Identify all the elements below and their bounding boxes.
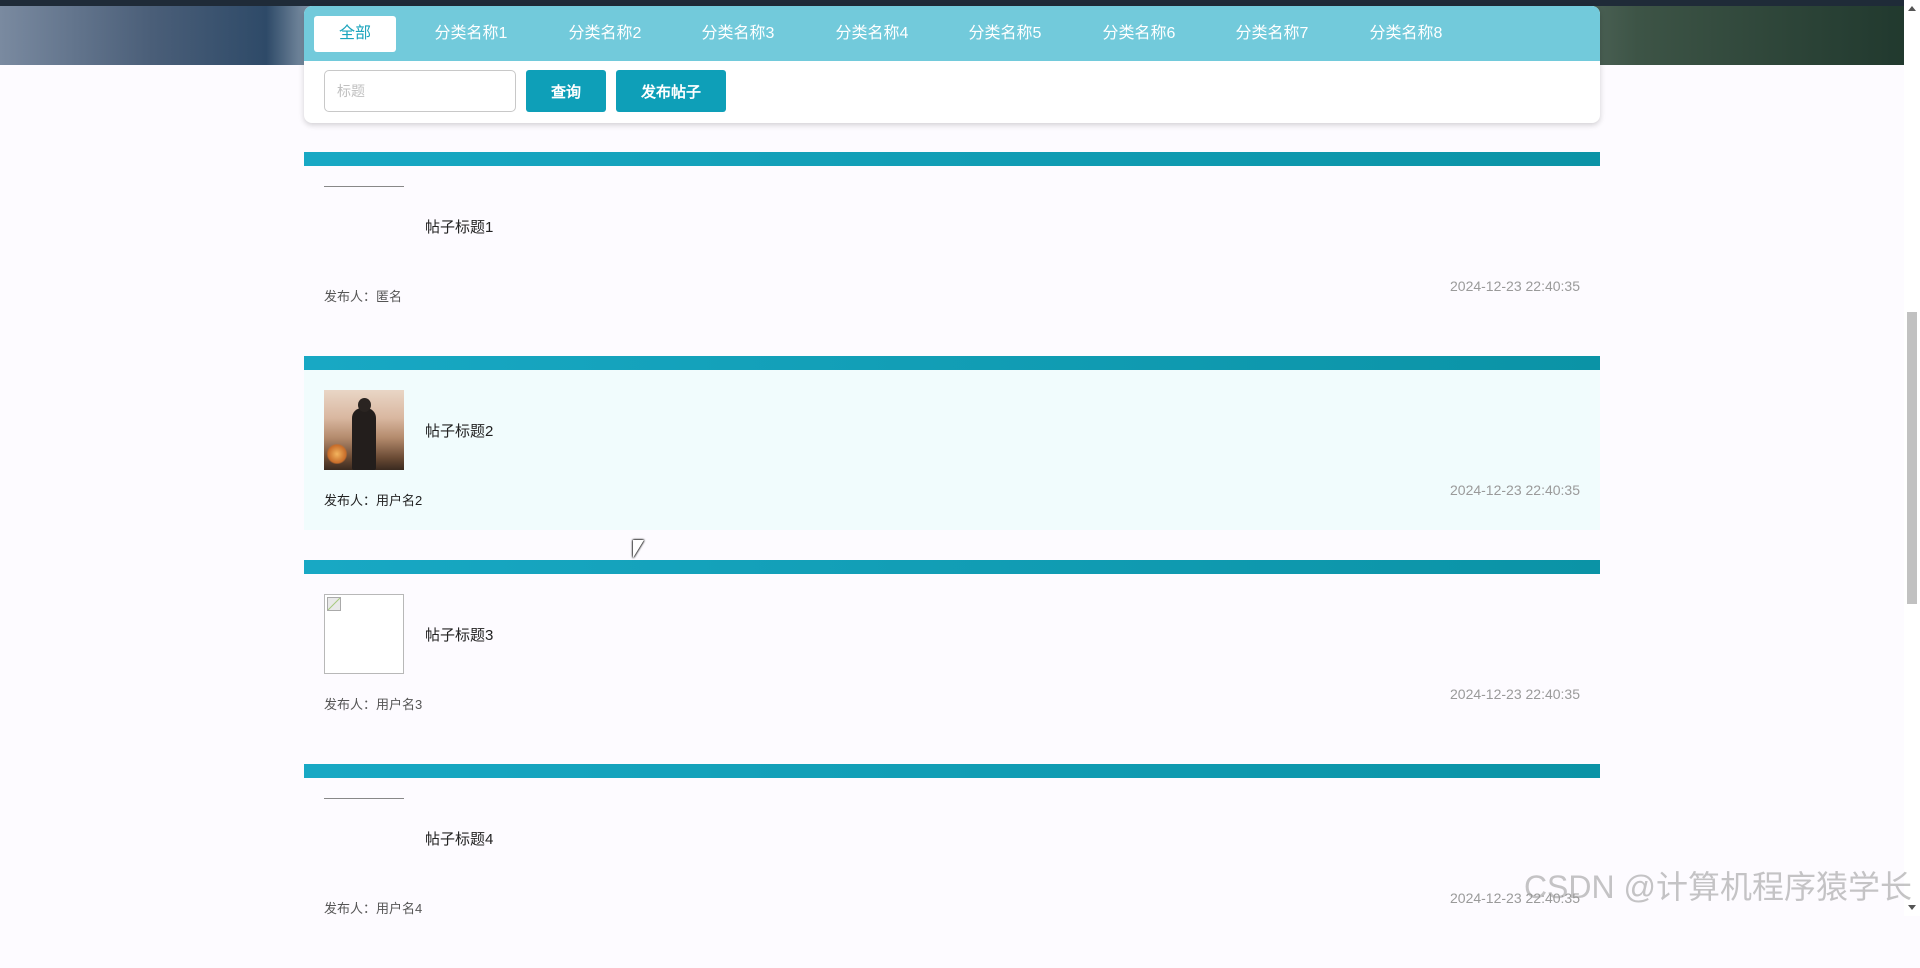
post-list: 帖子标题1 发布人：匿名 2024-12-23 22:40:35 帖子标题2 发… <box>304 152 1600 968</box>
post-header-bar <box>304 560 1600 574</box>
post-item[interactable]: 帖子标题3 发布人：用户名3 2024-12-23 22:40:35 <box>304 560 1600 764</box>
mouse-cursor-icon <box>633 540 644 558</box>
post-title[interactable]: 帖子标题2 <box>425 420 493 441</box>
watermark: CSDN @计算机程序猿学长 <box>1524 862 1912 908</box>
post-timestamp: 2024-12-23 22:40:35 <box>1450 686 1580 702</box>
post-timestamp: 2024-12-23 22:40:35 <box>1450 278 1580 294</box>
post-item[interactable]: 帖子标题2 发布人：用户名2 2024-12-23 22:40:35 <box>304 356 1600 560</box>
tab-category-6[interactable]: 分类名称6 <box>1084 16 1194 52</box>
filter-card: 全部 分类名称1 分类名称2 分类名称3 分类名称4 分类名称5 分类名称6 分… <box>304 6 1600 123</box>
post-thumbnail[interactable] <box>324 594 404 674</box>
tab-category-3[interactable]: 分类名称3 <box>683 16 793 52</box>
post-timestamp: 2024-12-23 22:40:35 <box>1450 482 1580 498</box>
tab-category-7[interactable]: 分类名称7 <box>1217 16 1327 52</box>
post-title[interactable]: 帖子标题4 <box>425 828 493 849</box>
post-header-bar <box>304 356 1600 370</box>
post-thumbnail[interactable] <box>324 186 404 187</box>
thumbnail-figure-head <box>358 398 371 412</box>
thumbnail-flare <box>326 444 348 464</box>
post-header-bar <box>304 152 1600 166</box>
page-scrollbar[interactable] <box>1904 0 1920 916</box>
post-title[interactable]: 帖子标题1 <box>425 216 493 237</box>
broken-image-icon <box>327 597 341 611</box>
post-hover-background <box>304 370 1600 530</box>
title-search-input[interactable] <box>324 70 516 112</box>
post-title[interactable]: 帖子标题3 <box>425 624 493 645</box>
post-item[interactable]: 帖子标题4 发布人：用户名4 2024-12-23 22:40:35 <box>304 764 1600 968</box>
tab-all[interactable]: 全部 <box>314 16 396 52</box>
thumbnail-figure <box>352 408 376 470</box>
post-author: 发布人：用户名2 <box>324 490 422 509</box>
publish-post-button[interactable]: 发布帖子 <box>616 70 726 112</box>
tab-category-5[interactable]: 分类名称5 <box>950 16 1060 52</box>
tab-category-1[interactable]: 分类名称1 <box>416 16 526 52</box>
post-header-bar <box>304 764 1600 778</box>
post-thumbnail[interactable] <box>324 798 404 799</box>
tab-category-8[interactable]: 分类名称8 <box>1351 16 1461 52</box>
post-item[interactable]: 帖子标题1 发布人：匿名 2024-12-23 22:40:35 <box>304 152 1600 356</box>
scroll-up-arrow-icon[interactable] <box>1908 6 1916 11</box>
tab-category-4[interactable]: 分类名称4 <box>817 16 927 52</box>
post-author: 发布人：用户名3 <box>324 694 422 713</box>
category-tab-bar: 全部 分类名称1 分类名称2 分类名称3 分类名称4 分类名称5 分类名称6 分… <box>304 6 1600 61</box>
query-button[interactable]: 查询 <box>526 70 606 112</box>
scrollbar-thumb[interactable] <box>1907 312 1917 604</box>
tab-category-2[interactable]: 分类名称2 <box>550 16 660 52</box>
post-thumbnail[interactable] <box>324 390 404 470</box>
post-author: 发布人：用户名4 <box>324 898 422 917</box>
post-author: 发布人：匿名 <box>324 286 402 305</box>
